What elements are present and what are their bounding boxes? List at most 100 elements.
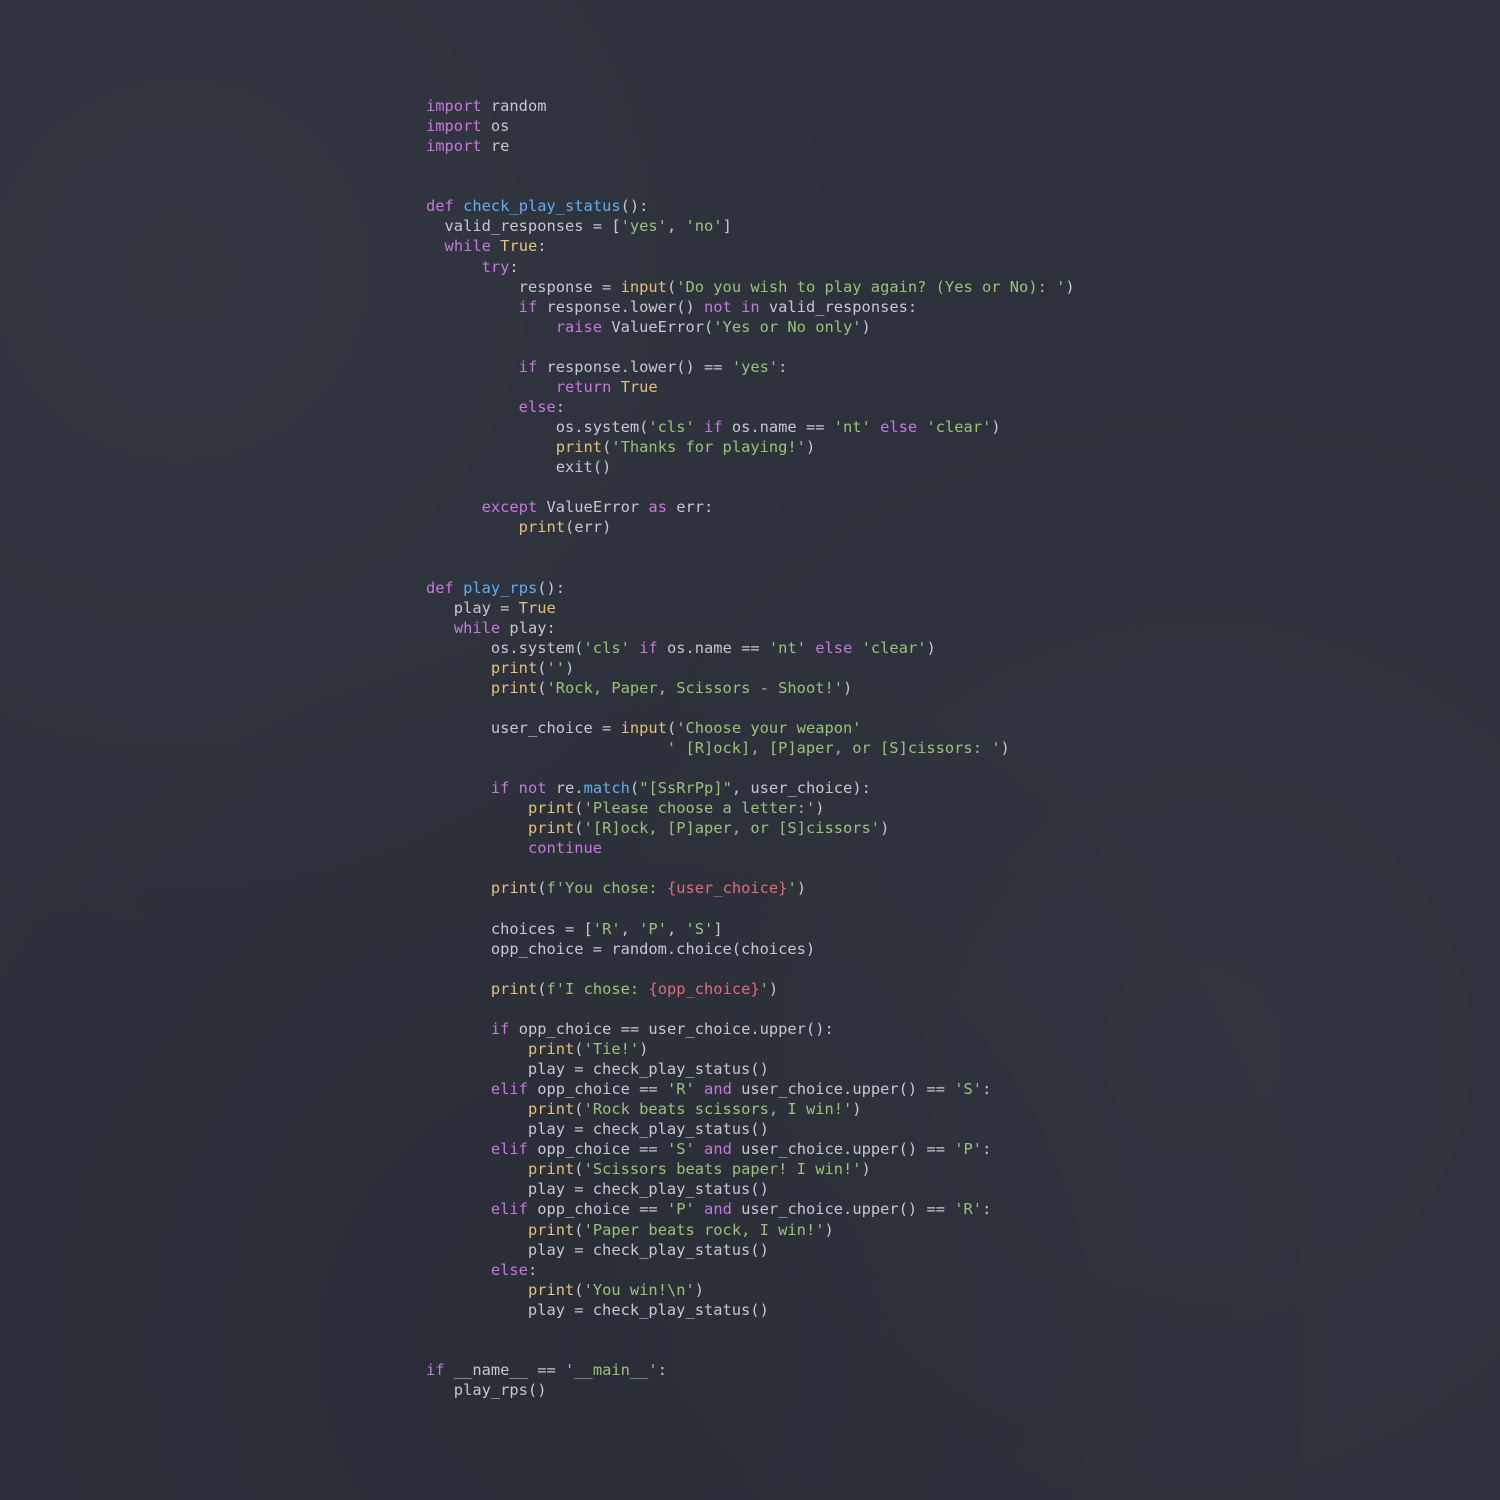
string-token: 'Choose your weapon' xyxy=(676,718,862,737)
text-token: user_choice.upper() == xyxy=(731,1140,955,1159)
code-line: elif opp_choice == 'P' and user_choice.u… xyxy=(426,1199,1075,1219)
string-token: 'Yes or No only' xyxy=(713,317,862,336)
code-line: if not re.match("[SsRrPp]", user_choice)… xyxy=(426,778,1075,798)
code-line: os.system('cls' if os.name == 'nt' else … xyxy=(426,417,1075,437)
text-token: re. xyxy=(546,779,584,798)
keyword-token: return xyxy=(555,377,612,396)
string-token: "[SsRrPp]" xyxy=(639,779,732,798)
code-line: else: xyxy=(426,1260,1075,1280)
keyword-token: continue xyxy=(527,839,603,858)
keyword-token: raise xyxy=(555,317,603,336)
code-line: ' [R]ock], [P]aper, or [S]cissors: ') xyxy=(426,738,1075,758)
text-token: user_choice.upper() == xyxy=(731,1080,955,1099)
string-token: f'I chose: xyxy=(546,979,649,998)
string-token: '' xyxy=(546,658,566,677)
keyword-token: import xyxy=(426,117,482,136)
builtin-token: input xyxy=(620,718,667,737)
keyword-token: def xyxy=(426,578,454,597)
keyword-token: def xyxy=(426,197,454,216)
string-token: 'Scissors beats paper! I win!' xyxy=(583,1160,862,1179)
text-token: opp_choice == xyxy=(527,1200,667,1219)
keyword-token: elif xyxy=(490,1200,528,1219)
code-line: raise ValueError('Yes or No only') xyxy=(426,317,1075,337)
code-line: play = check_play_status() xyxy=(426,1119,1075,1139)
code-line: elif opp_choice == 'R' and user_choice.u… xyxy=(426,1079,1075,1099)
code-line: if response.lower() == 'yes': xyxy=(426,357,1075,377)
text-token: ) xyxy=(991,418,1001,436)
keyword-token: if xyxy=(426,1360,445,1379)
keyword-token: and xyxy=(704,1140,732,1159)
text-token: response.lower() xyxy=(537,297,705,316)
string-token: 'Rock beats scissors, I win!' xyxy=(583,1100,853,1119)
text-token: play = check_play_status() xyxy=(426,1060,769,1078)
code-line: while True: xyxy=(426,236,1075,256)
text-token: : xyxy=(778,357,788,376)
code-line: print('Scissors beats paper! I win!') xyxy=(426,1159,1075,1179)
string-token: ' xyxy=(759,979,769,998)
builtin-token: print xyxy=(527,1220,575,1239)
text-token: (): xyxy=(620,197,649,216)
code-line: user_choice = input('Choose your weapon' xyxy=(426,718,1075,738)
string-token: 'yes' xyxy=(731,357,779,376)
code-line: elif opp_choice == 'S' and user_choice.u… xyxy=(426,1139,1075,1159)
code-line: print('Thanks for playing!') xyxy=(426,437,1075,457)
code-line: print('Rock, Paper, Scissors - Shoot!') xyxy=(426,678,1075,698)
text-token: : xyxy=(527,1260,538,1279)
text-token: ( xyxy=(629,779,640,798)
text-token: ] xyxy=(713,919,723,938)
string-token: '__main__' xyxy=(565,1360,658,1379)
text-token: ( xyxy=(537,879,547,898)
text-token: valid_responses: xyxy=(759,297,918,316)
code-line: if __name__ == '__main__': xyxy=(426,1360,1075,1380)
code-line: play_rps() xyxy=(426,1380,1075,1400)
text-token: ) xyxy=(843,678,853,697)
text-token: ) xyxy=(796,879,806,898)
code-line: print(f'You chose: {user_choice}') xyxy=(426,878,1075,898)
text-token: os xyxy=(481,117,510,136)
text-token: random xyxy=(481,97,547,115)
builtin-token: print xyxy=(490,979,538,998)
text-token: response.lower() == xyxy=(537,357,732,376)
function-name-token: check_play_status xyxy=(463,197,621,216)
string-token: 'You win!\n' xyxy=(583,1280,695,1299)
text-token: valid_responses = [ xyxy=(426,217,621,236)
string-token: 'clear' xyxy=(926,418,992,436)
string-token: f'You chose: xyxy=(546,879,667,898)
string-token: ' xyxy=(787,879,797,898)
code-line: play = check_play_status() xyxy=(426,1300,1075,1320)
string-token: 'Paper beats rock, I win!' xyxy=(583,1220,825,1239)
text-token: user_choice.upper() == xyxy=(731,1200,955,1219)
text-token: user_choice = xyxy=(426,718,621,737)
text-token: play = xyxy=(426,598,519,617)
text-token: ValueError xyxy=(537,498,649,517)
text-token: play_rps() xyxy=(426,1381,547,1399)
text-token: : xyxy=(982,1140,992,1159)
text-token: , xyxy=(666,217,686,236)
text-token: __name__ == xyxy=(444,1360,566,1379)
text-token: os.name == xyxy=(722,418,834,436)
text-token: os.system( xyxy=(426,418,649,436)
